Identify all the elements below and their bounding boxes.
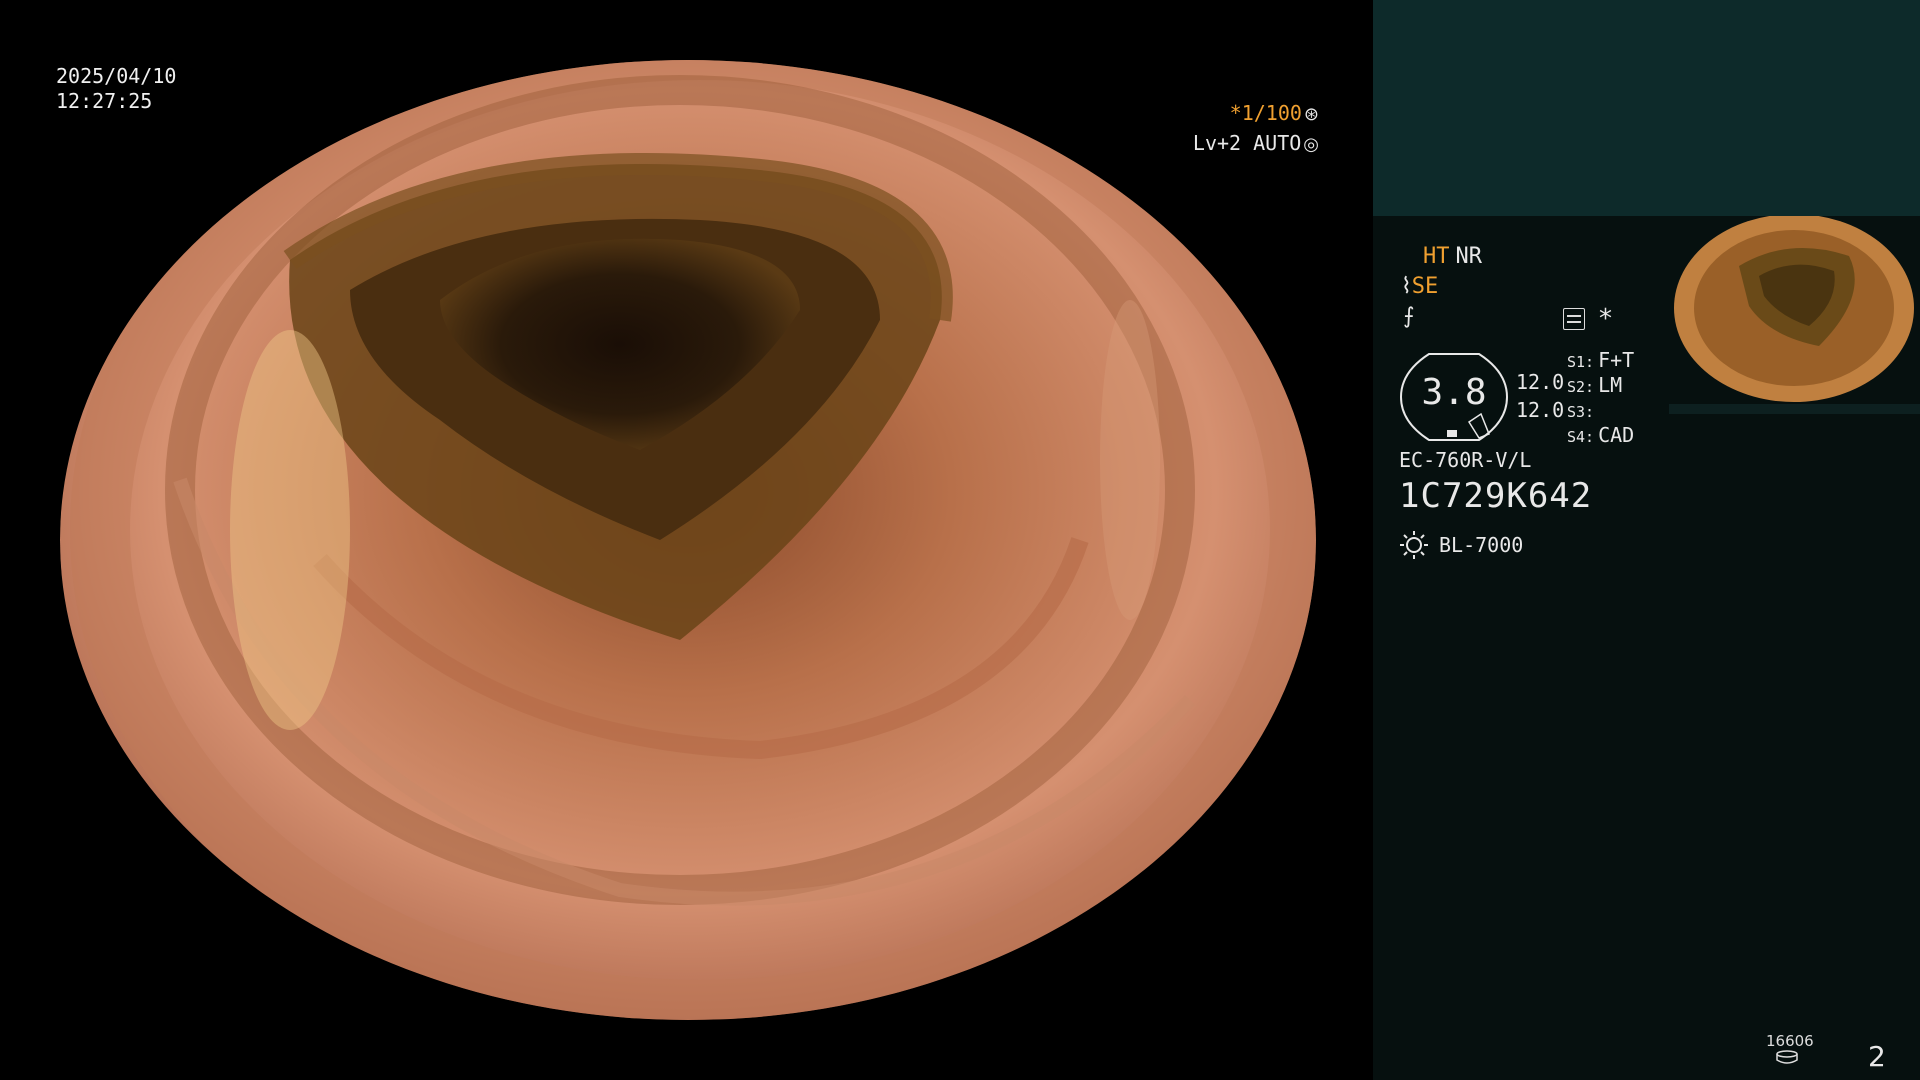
image-counter: 16606: [1766, 1032, 1814, 1050]
switch-4: S4: CAD: [1567, 423, 1635, 447]
thumbnail-image: [1669, 216, 1920, 414]
settings-list-icon: [1563, 308, 1585, 330]
date-label: 2025/04/10: [56, 64, 177, 88]
switch-1: S1: F+T: [1567, 348, 1635, 372]
asterisk-indicator: *: [1599, 304, 1612, 334]
image-mode-row: HT NR: [1423, 244, 1482, 269]
mode-se: SE: [1411, 274, 1439, 299]
gauge-reading-b: 12.0: [1516, 398, 1565, 422]
scope-serial: 1C729K642: [1399, 476, 1593, 516]
aperture-icon: ⊛: [1303, 104, 1319, 125]
mode-nr: NR: [1455, 244, 1483, 269]
light-source-icon: [1400, 531, 1428, 559]
exposure-readout: *1/100 ⊛ Lv+2 AUTO ◎: [1193, 99, 1319, 159]
shutter-speed: *1/100: [1229, 101, 1302, 125]
date-time: 2025/04/10 12:27:25: [56, 64, 176, 114]
time-label: 12:27:25: [56, 89, 153, 113]
freeze-icon: ⨍: [1403, 304, 1415, 329]
info-panel: HT NR ⌇SE ⨍ * 3.8 12.0 12.0 S1: F+T S2: LM …: [1373, 0, 1920, 1080]
colon-lumen-view: [60, 60, 1316, 1020]
brightness-level: Lv+2 AUTO: [1192, 131, 1302, 155]
gauge-value: 3.8: [1421, 372, 1487, 413]
brightness-gauge: 3.8: [1399, 352, 1509, 442]
storage-icon: [1776, 1050, 1798, 1064]
switch-3: S3:: [1567, 403, 1595, 421]
structure-enhance-icon: ⌇: [1401, 274, 1412, 299]
mode-ht: HT: [1423, 244, 1450, 269]
panel-header-area: [1373, 0, 1920, 216]
scope-model: EC-760R-V/L: [1399, 448, 1532, 472]
structure-enhance-row: ⌇SE: [1401, 274, 1438, 299]
gauge-reading-a: 12.0: [1516, 370, 1565, 394]
auto-iris-icon: ◎: [1303, 134, 1319, 155]
switch-2: S2: LM: [1567, 373, 1623, 397]
light-source-model: BL-7000: [1439, 533, 1524, 557]
page-number: 2: [1868, 1040, 1886, 1073]
endoscope-image: [60, 60, 1316, 1020]
captured-image-thumbnail[interactable]: [1669, 216, 1920, 414]
